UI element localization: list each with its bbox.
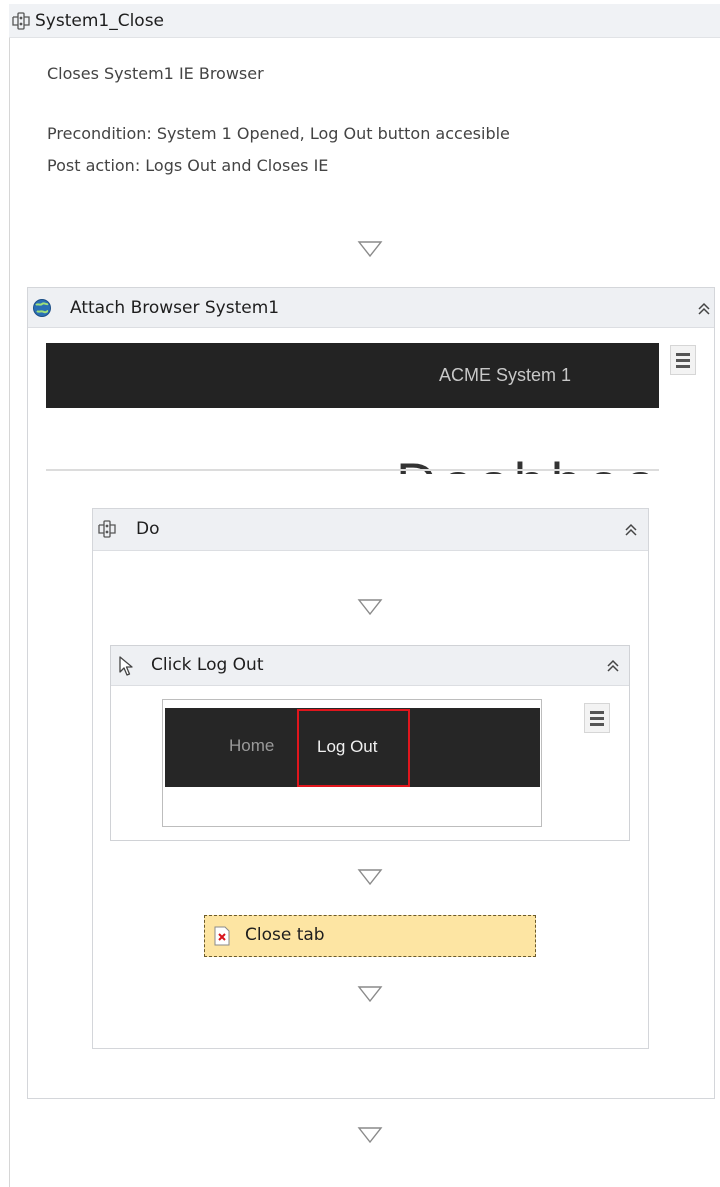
- nav-log-out-highlight: Log Out: [297, 709, 410, 787]
- sequence-header[interactable]: System1_Close: [9, 4, 720, 38]
- browser-screenshot-banner: ACME System 1: [46, 343, 659, 408]
- do-header[interactable]: Do: [93, 509, 648, 551]
- sequence-icon: [12, 12, 30, 30]
- double-chevron-up-icon[interactable]: [623, 522, 639, 538]
- double-chevron-up-icon[interactable]: [605, 658, 621, 674]
- sequence-left-border: [9, 38, 10, 1187]
- sequence-title: System1_Close: [35, 11, 165, 31]
- sequence-icon: [98, 520, 116, 538]
- sequence-precondition: Precondition: System 1 Opened, Log Out b…: [47, 124, 510, 143]
- close-tab-activity[interactable]: Close tab: [204, 915, 536, 957]
- close-tab-title: Close tab: [245, 925, 325, 945]
- hamburger-icon[interactable]: [670, 345, 696, 375]
- attach-browser-title: Attach Browser System1: [70, 298, 280, 318]
- click-log-out-header[interactable]: Click Log Out: [111, 646, 629, 686]
- do-title: Do: [136, 519, 160, 539]
- triangle-down-icon: [357, 869, 383, 886]
- double-chevron-up-icon[interactable]: [696, 301, 712, 317]
- triangle-down-icon: [357, 986, 383, 1003]
- hamburger-icon[interactable]: [584, 703, 610, 733]
- triangle-down-icon: [357, 599, 383, 616]
- attach-browser-header[interactable]: Attach Browser System1: [28, 288, 714, 328]
- target-element-screenshot: Home Log Out: [162, 699, 542, 827]
- triangle-down-icon: [357, 241, 383, 258]
- nav-log-out-label: Log Out: [317, 737, 378, 756]
- cursor-icon: [119, 656, 133, 676]
- nav-bar: Home Log Out: [165, 708, 540, 787]
- acme-banner-title: ACME System 1: [438, 365, 571, 385]
- sequence-post-action: Post action: Logs Out and Closes IE: [47, 156, 329, 175]
- error-document-icon: [214, 926, 230, 946]
- triangle-down-icon: [357, 1127, 383, 1144]
- sequence-description: Closes System1 IE Browser: [47, 64, 264, 83]
- nav-home-link: Home: [229, 736, 275, 755]
- click-log-out-title: Click Log Out: [151, 655, 264, 675]
- dashboard-divider: [46, 469, 659, 471]
- globe-icon: [33, 299, 51, 317]
